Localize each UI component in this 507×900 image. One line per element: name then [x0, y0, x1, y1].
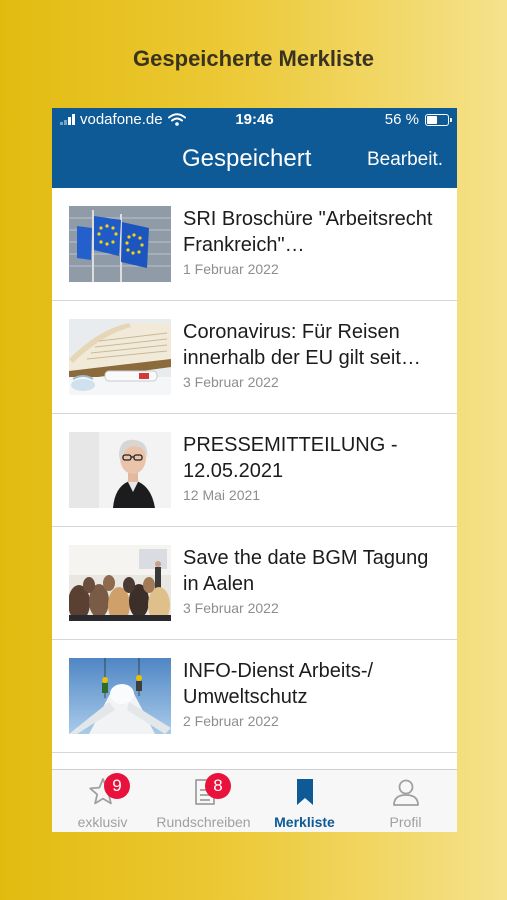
notification-badge: 8: [205, 773, 231, 799]
phone-screen: vodafone.de 19:46 56 % Gespeichert Bearb…: [52, 108, 457, 832]
book-test-image: [69, 319, 171, 395]
list-item[interactable]: SRI Broschüre "Arbeitsrecht Frankreich"……: [52, 188, 457, 301]
list-item[interactable]: Coronavirus: Für Reisen innerhalb der EU…: [52, 301, 457, 414]
wind-turbine-workers-image: [69, 658, 171, 734]
notification-badge: 9: [104, 773, 130, 799]
conference-audience-image: [69, 545, 171, 621]
item-date: 12 Mai 2021: [183, 487, 261, 503]
item-date: 1 Februar 2022: [183, 261, 279, 277]
list-item[interactable]: PRESSEMITTEILUNG - 12.05.2021 12 Mai 202…: [52, 414, 457, 527]
item-date: 3 Februar 2022: [183, 600, 279, 616]
nav-title: Gespeichert: [182, 145, 312, 172]
page-title: Gespeicherte Merkliste: [133, 46, 374, 71]
item-title: Coronavirus: Für Reisen innerhalb der EU…: [183, 321, 421, 369]
item-title: SRI Broschüre "Arbeitsrecht Frankreich"…: [183, 208, 433, 256]
list-item[interactable]: Save the date BGM Tagung in Aalen 3 Febr…: [52, 527, 457, 640]
tab-bar: 9 exklusiv 8 Rundschreiben Merkliste Pro…: [52, 769, 457, 832]
status-bar: vodafone.de 19:46 56 %: [52, 108, 457, 132]
tab-rundschreiben[interactable]: 8 Rundschreiben: [153, 770, 254, 832]
list-item[interactable]: INFO-Dienst Arbeits-/ Umweltschutz 2 Feb…: [52, 640, 457, 753]
tab-label: Profil: [389, 814, 422, 830]
navigation-bar: Gespeichert Bearbeit.: [52, 132, 457, 188]
item-title: PRESSEMITTEILUNG - 12.05.2021: [183, 434, 398, 482]
battery-icon: [425, 113, 452, 126]
item-date: 3 Februar 2022: [183, 374, 279, 390]
item-title: Save the date BGM Tagung in Aalen: [183, 547, 429, 595]
tab-profil[interactable]: Profil: [355, 770, 456, 832]
edit-button[interactable]: Bearbeit.: [367, 149, 443, 171]
eu-flags-image: [69, 206, 171, 282]
item-date: 2 Februar 2022: [183, 713, 279, 729]
item-title: INFO-Dienst Arbeits-/ Umweltschutz: [183, 660, 374, 708]
tab-merkliste[interactable]: Merkliste: [254, 770, 355, 832]
battery-percent: 56 %: [384, 111, 419, 128]
person-icon: [392, 779, 419, 806]
woman-portrait-image: [69, 432, 171, 508]
saved-list: SRI Broschüre "Arbeitsrecht Frankreich"……: [52, 188, 457, 753]
tab-exklusiv[interactable]: 9 exklusiv: [52, 770, 153, 832]
bookmark-icon: [296, 779, 313, 805]
battery-status: 56 %: [384, 111, 452, 128]
